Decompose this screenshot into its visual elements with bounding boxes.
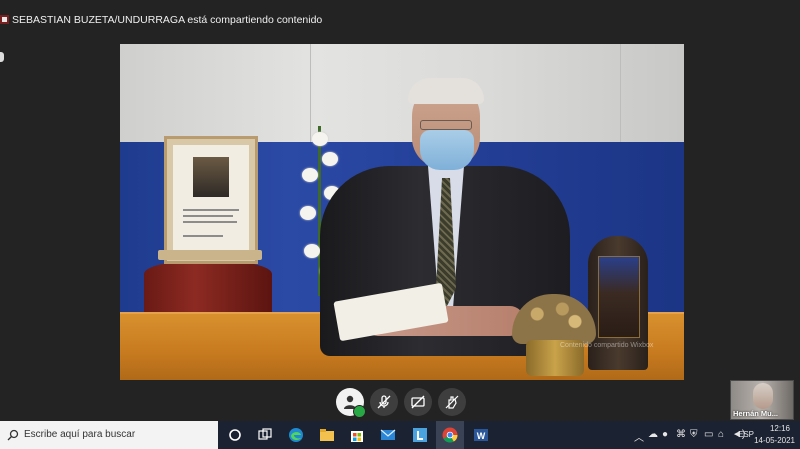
profile-button[interactable] bbox=[336, 388, 366, 418]
saint-icon-image bbox=[598, 256, 640, 338]
mic-off-icon bbox=[377, 395, 391, 409]
participant-name: Hernán Mu... bbox=[733, 409, 779, 418]
face-mask bbox=[420, 130, 474, 170]
cortana-icon[interactable] bbox=[226, 426, 244, 444]
presenter-hair bbox=[408, 78, 484, 104]
shared-video: Contenido compartido Wixbox bbox=[120, 44, 684, 380]
mute-button[interactable] bbox=[370, 388, 398, 416]
language-indicator[interactable]: ESP bbox=[738, 430, 754, 439]
clock-date[interactable]: 14-05-2021 bbox=[754, 436, 795, 445]
edge-icon[interactable] bbox=[287, 426, 305, 444]
participant-face bbox=[753, 383, 773, 409]
chevron-up-icon[interactable]: ︿ bbox=[634, 429, 644, 444]
share-screen-icon bbox=[0, 15, 9, 24]
svg-text:W: W bbox=[477, 431, 486, 441]
display-icon[interactable]: ▭ bbox=[704, 429, 713, 440]
video-off-icon bbox=[411, 395, 425, 409]
chrome-icon[interactable] bbox=[441, 426, 459, 444]
camera-button[interactable] bbox=[404, 388, 432, 416]
share-bar: SEBASTIAN BUZETA/UNDURRAGA está comparti… bbox=[0, 0, 800, 44]
side-handle[interactable] bbox=[0, 52, 4, 62]
store-icon[interactable] bbox=[348, 426, 366, 444]
raise-hand-button[interactable] bbox=[438, 388, 466, 416]
video-watermark: Contenido compartido Wixbox bbox=[560, 342, 654, 349]
connected-badge bbox=[353, 405, 366, 418]
mail-icon[interactable] bbox=[379, 426, 397, 444]
taskbar-search-box[interactable]: Escribe aquí para buscar bbox=[0, 421, 218, 449]
clock-time[interactable]: 12:16 bbox=[770, 424, 790, 433]
frame-line bbox=[183, 235, 223, 237]
windows-taskbar: Escribe aquí para buscar W ︿ ☁ ● ⌘ ⛨ ▭ ⌂… bbox=[0, 421, 800, 449]
search-placeholder: Escribe aquí para buscar bbox=[24, 429, 136, 440]
frame-line bbox=[183, 221, 237, 223]
security-icon[interactable]: ⛨ bbox=[690, 429, 698, 440]
network-icon[interactable]: ⌂ bbox=[718, 429, 724, 440]
microphone-icon[interactable]: ● bbox=[662, 429, 668, 440]
l-app-icon[interactable] bbox=[411, 426, 429, 444]
framed-picture bbox=[164, 136, 258, 264]
frame-stand bbox=[158, 250, 262, 260]
wall-seam bbox=[620, 44, 621, 142]
frame-portrait bbox=[193, 157, 229, 197]
onedrive-icon[interactable]: ☁ bbox=[648, 429, 658, 440]
file-explorer-icon[interactable] bbox=[318, 426, 336, 444]
meeting-controls bbox=[334, 388, 468, 418]
word-icon[interactable]: W bbox=[472, 426, 490, 444]
share-status-text: SEBASTIAN BUZETA/UNDURRAGA está comparti… bbox=[12, 14, 323, 26]
presenter-glasses bbox=[420, 120, 472, 130]
search-icon bbox=[7, 429, 19, 441]
system-tray: ︿ ☁ ● ⌘ ⛨ ▭ ⌂ ◄) ESP 12:16 14-05-2021 bbox=[630, 421, 800, 449]
frame-line bbox=[183, 209, 239, 211]
raise-hand-icon bbox=[445, 395, 459, 409]
task-view-icon[interactable] bbox=[256, 426, 274, 444]
participant-thumbnail[interactable]: Hernán Mu... bbox=[730, 380, 794, 420]
frame-line bbox=[183, 215, 233, 217]
usb-icon[interactable]: ⌘ bbox=[676, 429, 686, 440]
